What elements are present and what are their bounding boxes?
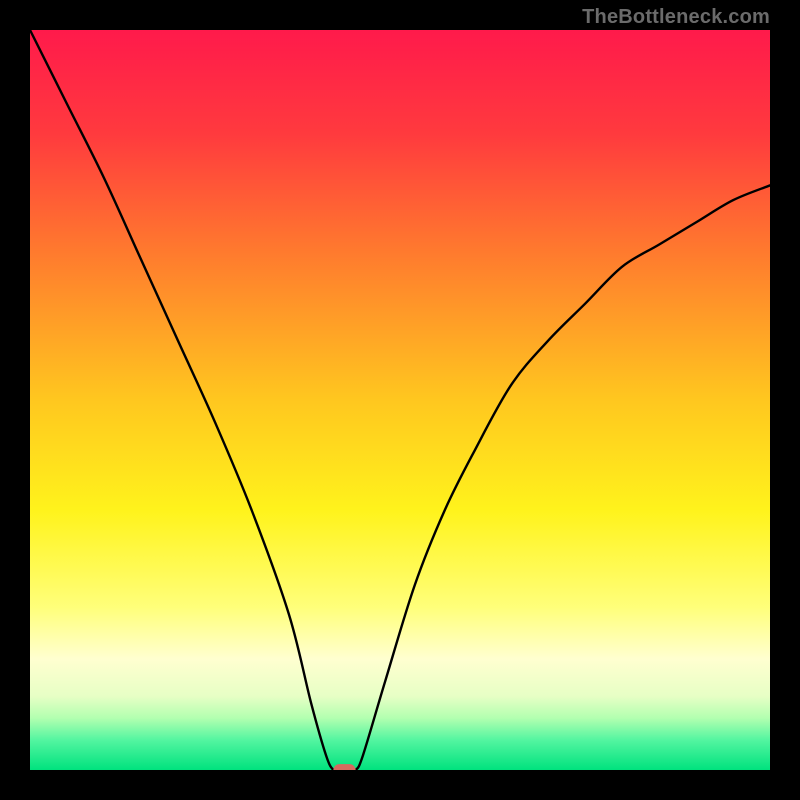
gradient-background [30, 30, 770, 770]
optimal-marker [333, 764, 355, 770]
bottleneck-chart [30, 30, 770, 770]
plot-area [30, 30, 770, 770]
chart-frame: TheBottleneck.com [0, 0, 800, 800]
watermark-label: TheBottleneck.com [582, 6, 770, 29]
